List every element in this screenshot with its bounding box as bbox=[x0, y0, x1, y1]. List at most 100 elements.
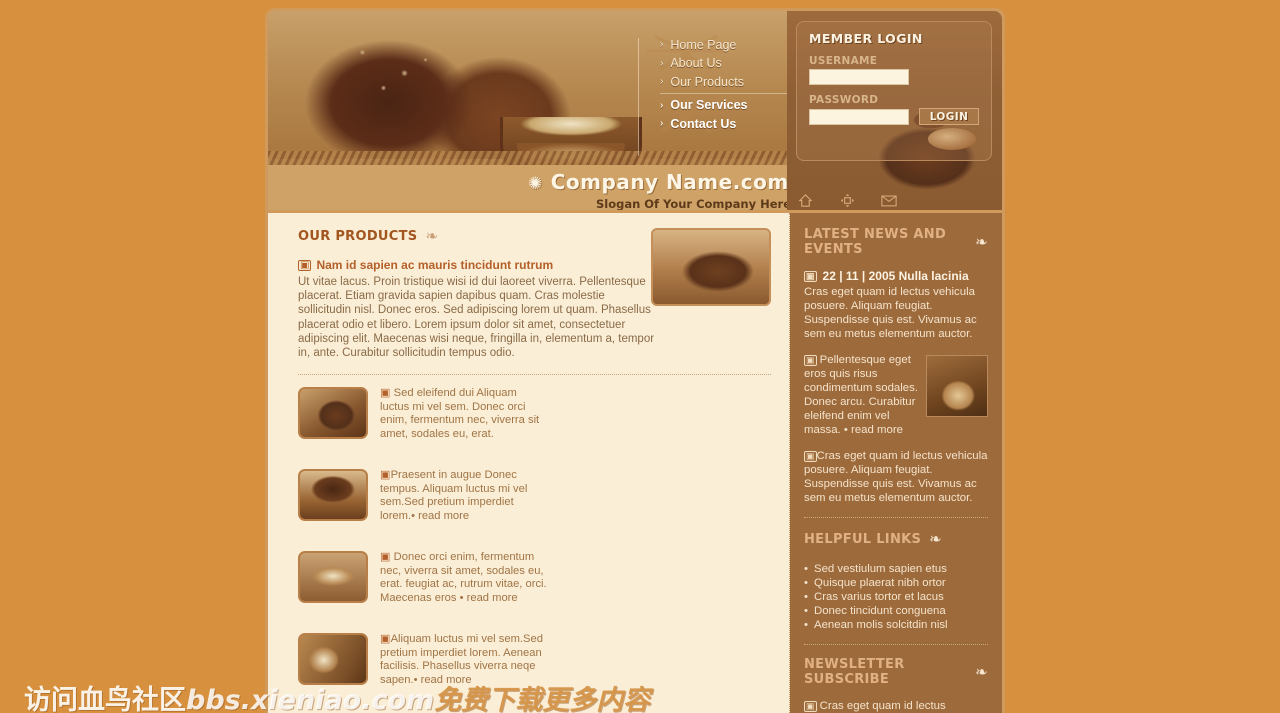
main-content: OUR PRODUCTS ❧ ▣ Nam id sapien ac mauris… bbox=[265, 213, 790, 713]
product-thumbnail bbox=[298, 387, 368, 440]
newsletter-body: ▣ Cras eget quam id lectus vehicula posu… bbox=[804, 699, 988, 713]
product-text-body: Sed eleifend dui Aliquam luctus mi vel s… bbox=[380, 387, 540, 440]
product-hero-image bbox=[651, 228, 771, 306]
nav-label: Our Services bbox=[670, 98, 748, 113]
login-button[interactable]: LOGIN bbox=[919, 108, 979, 125]
password-input[interactable] bbox=[809, 109, 909, 125]
divider bbox=[804, 644, 988, 645]
chevron-right-icon: › bbox=[660, 76, 664, 88]
company-name: ✺ Company Name.com bbox=[528, 165, 793, 197]
square-bullet-icon: ▣ bbox=[804, 451, 817, 462]
nav-item-our-services[interactable]: › Our Services bbox=[660, 97, 793, 115]
lead-body: Ut vitae lacus. Proin tristique wisi id … bbox=[298, 276, 655, 360]
section-title-newsletter: NEWSLETTER SUBSCRIBE ❧ bbox=[804, 657, 988, 687]
nav-item-contact-us[interactable]: › Contact Us bbox=[660, 115, 793, 133]
main-navigation: › Home Page › About Us › Our Products › … bbox=[638, 36, 798, 158]
section-title-text: OUR PRODUCTS bbox=[298, 228, 418, 244]
news-headline-text: 22 | 11 | 2005 Nulla lacinia bbox=[822, 269, 969, 283]
nav-label: Contact Us bbox=[670, 116, 737, 131]
watermark-cn-suffix: 免费下载更多内容 bbox=[434, 685, 651, 713]
password-label: PASSWORD bbox=[809, 94, 879, 106]
chevron-right-icon: › bbox=[660, 57, 664, 69]
nav-label: Our Products bbox=[670, 74, 744, 89]
divider bbox=[298, 374, 771, 376]
square-bullet-icon: ▣ bbox=[380, 551, 391, 564]
news-body-text: Cras eget quam id lectus vehicula posuer… bbox=[804, 450, 988, 504]
home-icon[interactable] bbox=[797, 192, 813, 208]
product-text-body: Donec orci enim, fermentum nec, viverra … bbox=[380, 551, 547, 604]
helpful-link-item[interactable]: Sed vestiulum sapien etus bbox=[804, 562, 988, 576]
sitemap-icon[interactable] bbox=[839, 192, 855, 208]
product-text: ▣ Donec orci enim, fermentum nec, viverr… bbox=[380, 551, 548, 619]
section-title-text: LATEST NEWS AND EVENTS bbox=[804, 227, 947, 257]
body-wrap: OUR PRODUCTS ❧ ▣ Nam id sapien ac mauris… bbox=[265, 213, 1005, 713]
product-item[interactable]: ▣ Sed eleifend dui Aliquam luctus mi vel… bbox=[298, 387, 548, 455]
sidebar: LATEST NEWS AND EVENTS ❧ ▣ 22 | 11 | 200… bbox=[790, 213, 1005, 713]
news-item[interactable]: ▣ 22 | 11 | 2005 Nulla lacinia Cras eget… bbox=[804, 269, 988, 341]
username-label: USERNAME bbox=[809, 55, 878, 67]
square-bullet-icon: ▣ bbox=[804, 355, 817, 366]
product-text-body: Praesent in augue Donec tempus. Aliquam … bbox=[380, 469, 528, 522]
helpful-link-item[interactable]: Aenean molis solcitdin nisl bbox=[804, 618, 988, 632]
news-body: ▣ Cras eget quam id lectus vehicula posue… bbox=[804, 449, 988, 505]
news-item[interactable]: ▣ Pellentesque eget eros quis risus cond… bbox=[804, 353, 988, 437]
product-item[interactable]: ▣ Donec orci enim, fermentum nec, viverr… bbox=[298, 551, 548, 619]
swirl-ornament-icon: ❧ bbox=[975, 663, 988, 681]
chevron-right-icon: › bbox=[660, 39, 664, 51]
nav-item-about-us[interactable]: › About Us bbox=[660, 55, 793, 73]
section-title-latest-news: LATEST NEWS AND EVENTS ❧ bbox=[804, 227, 988, 257]
divider bbox=[804, 517, 988, 518]
product-text: ▣Praesent in augue Donec tempus. Aliquam… bbox=[380, 469, 548, 537]
chevron-right-icon: › bbox=[660, 99, 664, 111]
login-title: MEMBER LOGIN bbox=[809, 31, 923, 46]
swirl-ornament-icon: ❧ bbox=[929, 530, 943, 548]
login-card: MEMBER LOGIN USERNAME PASSWORD LOGIN bbox=[796, 21, 992, 161]
nav-divider bbox=[660, 92, 798, 94]
product-thumbnail bbox=[298, 551, 368, 604]
helpful-link-item[interactable]: Quisque plaerat nibh ortor bbox=[804, 576, 988, 590]
square-bullet-icon: ▣ bbox=[804, 271, 817, 282]
company-name-text: Company Name.com bbox=[550, 170, 789, 194]
news-item[interactable]: ▣ Cras eget quam id lectus vehicula posue… bbox=[804, 449, 988, 505]
section-title-text: NEWSLETTER SUBSCRIBE bbox=[804, 657, 905, 687]
news-thumbnail bbox=[926, 355, 988, 417]
nav-item-our-products[interactable]: › Our Products bbox=[660, 73, 793, 91]
chevron-right-icon: › bbox=[660, 118, 664, 130]
swirl-ornament-icon: ❧ bbox=[975, 233, 988, 251]
nav-item-home-page[interactable]: › Home Page bbox=[660, 36, 793, 54]
mail-icon[interactable] bbox=[881, 192, 897, 208]
nav-label: Home Page bbox=[670, 37, 737, 52]
footer-icon-bar bbox=[797, 192, 897, 208]
section-title-text: HELPFUL LINKS bbox=[804, 531, 922, 547]
brand-block: ✺ Company Name.com Slogan Of Your Company… bbox=[268, 165, 793, 210]
section-title-helpful-links: HELPFUL LINKS ❧ bbox=[804, 530, 988, 548]
company-slogan: Slogan Of Your Company Here bbox=[595, 197, 791, 210]
square-bullet-icon: ▣ bbox=[380, 633, 391, 646]
news-body-text: Pellentesque eget eros quis risus condim… bbox=[804, 354, 918, 436]
member-login-panel: MEMBER LOGIN USERNAME PASSWORD LOGIN bbox=[787, 11, 1002, 210]
news-body: Cras eget quam id lectus vehicula posuer… bbox=[804, 286, 977, 340]
nav-label: About Us bbox=[670, 56, 722, 71]
newsletter-body-text: Cras eget quam id lectus vehicula posuer… bbox=[819, 700, 946, 712]
news-headline: ▣ 22 | 11 | 2005 Nulla lacinia bbox=[804, 269, 988, 283]
helpful-link-item[interactable]: Donec tincidunt conguena bbox=[804, 604, 988, 618]
lead-title-text: Nam id sapien ac mauris tincidunt rutrum bbox=[316, 258, 554, 272]
product-grid: ▣ Sed eleifend dui Aliquam luctus mi vel… bbox=[298, 387, 771, 713]
square-bullet-icon: ▣ bbox=[380, 469, 391, 482]
product-item[interactable]: ▣Praesent in augue Donec tempus. Aliquam… bbox=[298, 469, 548, 537]
square-bullet-icon: ▣ bbox=[298, 260, 312, 271]
square-bullet-icon: ▣ bbox=[804, 701, 817, 712]
site-header: › Home Page › About Us › Our Products › … bbox=[265, 8, 1005, 213]
watermark: 访问血鸟社区bbs.xieniao.com免费下载更多内容 bbox=[24, 678, 650, 713]
watermark-cn-prefix: 访问血鸟社区 bbox=[24, 685, 186, 713]
username-input[interactable] bbox=[809, 69, 909, 85]
flower-icon: ✺ bbox=[528, 174, 543, 194]
square-bullet-icon: ▣ bbox=[380, 387, 391, 400]
product-text: ▣ Sed eleifend dui Aliquam luctus mi vel… bbox=[380, 387, 548, 455]
helpful-links-list: Sed vestiulum sapien etus Quisque plaera… bbox=[804, 562, 988, 632]
helpful-link-item[interactable]: Cras varius tortor et lacus bbox=[804, 590, 988, 604]
swirl-ornament-icon: ❧ bbox=[425, 227, 439, 245]
watermark-url: bbs.xieniao.com bbox=[186, 685, 435, 713]
product-thumbnail bbox=[298, 469, 368, 522]
page-frame: › Home Page › About Us › Our Products › … bbox=[265, 8, 1005, 713]
